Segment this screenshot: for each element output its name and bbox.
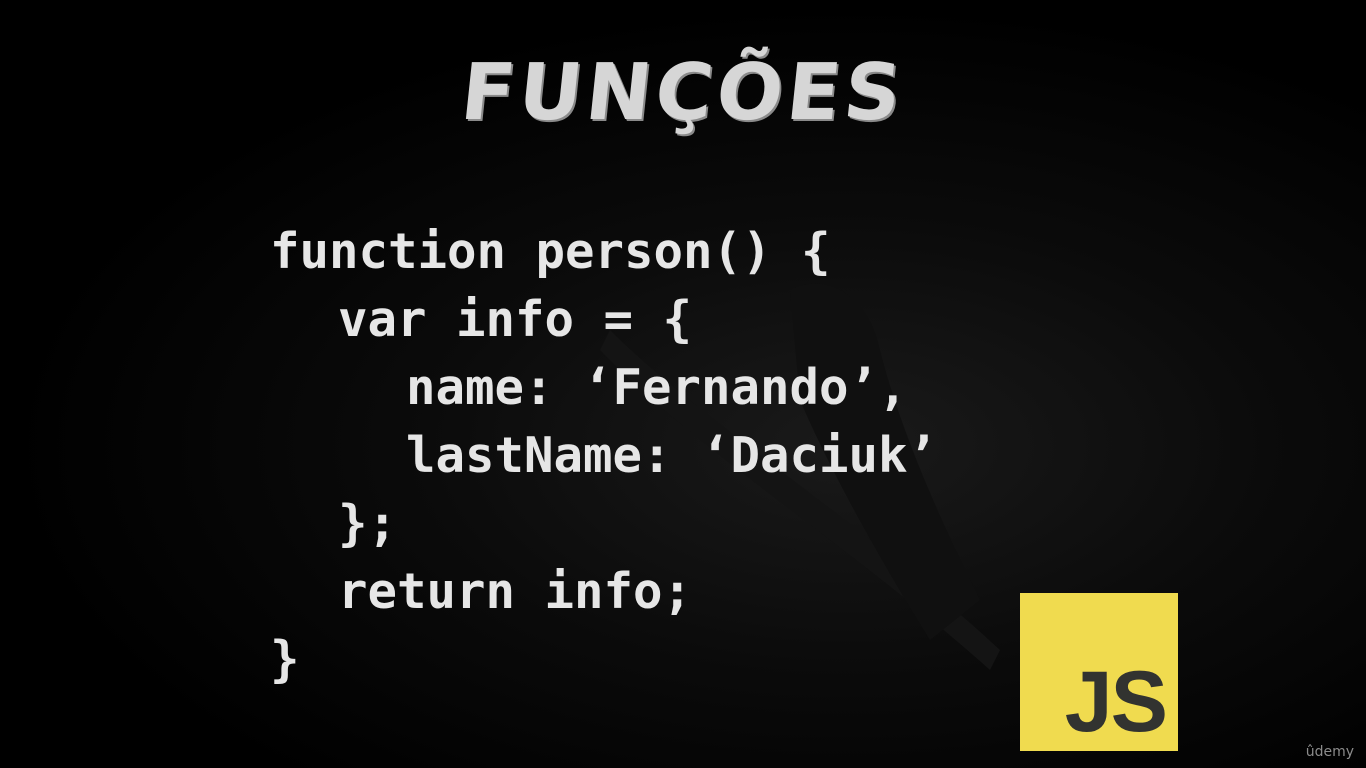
code-block: function person() { var info = { name: ‘… [270,218,937,694]
code-line-5: }; [338,495,398,552]
code-line-3: name: ‘Fernando’, [406,359,908,416]
slide: FUNÇÕES function person() { var info = {… [0,0,1366,768]
slide-title: FUNÇÕES [456,48,910,138]
code-line-4: lastName: ‘Daciuk’ [406,427,938,484]
js-logo-icon: JS [1020,593,1178,751]
js-logo-text: JS [1064,654,1168,750]
code-line-7: } [270,631,300,688]
code-line-6: return info; [338,563,693,620]
code-line-2: var info = { [338,291,693,348]
code-line-1: function person() { [270,223,831,280]
udemy-watermark: ûdemy [1305,744,1354,760]
